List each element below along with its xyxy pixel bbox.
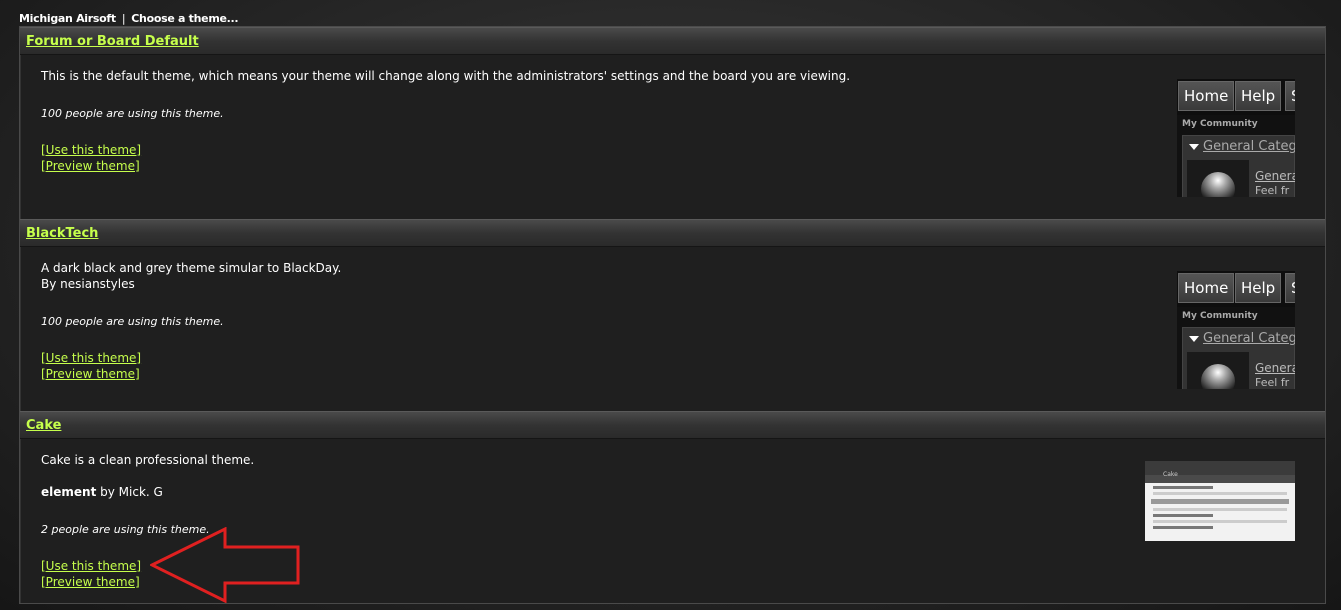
triangle-down-icon — [1189, 336, 1199, 342]
theme-list: Forum or Board Default This is the defau… — [19, 26, 1326, 604]
theme-description: A dark black and grey theme simular to B… — [41, 261, 342, 275]
theme-title-link[interactable]: Forum or Board Default — [26, 34, 199, 49]
preview-line — [1153, 492, 1287, 495]
theme-author: By nesianstyles — [41, 277, 135, 291]
preview-theme-link[interactable]: [Preview theme] — [41, 574, 140, 590]
preview-category: General Categ Genera Feel fr — [1182, 327, 1295, 389]
preview-theme-link[interactable]: [Preview theme] — [41, 158, 140, 174]
breadcrumb-separator: | — [121, 12, 126, 25]
preview-forum-desc: Feel fr — [1255, 184, 1290, 197]
preview-logo: Cake — [1163, 471, 1178, 478]
preview-bar — [1151, 499, 1289, 504]
preview-line — [1153, 520, 1287, 523]
preview-community-label: My Community — [1182, 311, 1258, 321]
preview-home-button: Home — [1178, 273, 1235, 303]
theme-title-link[interactable]: BlackTech — [26, 226, 98, 241]
use-theme-link[interactable]: [Use this theme] — [41, 350, 141, 366]
theme-item-default: Forum or Board Default This is the defau… — [20, 27, 1325, 219]
theme-description: Cake is a clean professional theme. — [41, 453, 255, 467]
theme-description: This is the default theme, which means y… — [41, 69, 851, 83]
theme-author: element by Mick. G — [41, 485, 163, 499]
breadcrumb-page: Choose a theme... — [131, 12, 239, 25]
preview-line — [1153, 526, 1213, 529]
breadcrumb: Michigan Airsoft | Choose a theme... — [19, 12, 239, 25]
preview-category-title: General Categ — [1203, 331, 1295, 346]
breadcrumb-site[interactable]: Michigan Airsoft — [19, 12, 116, 25]
preview-forum-title: Genera — [1255, 361, 1295, 375]
preview-home-button: Home — [1178, 81, 1235, 111]
theme-header: Forum or Board Default — [20, 27, 1325, 55]
triangle-down-icon — [1189, 144, 1199, 150]
use-theme-link[interactable]: [Use this theme] — [41, 142, 141, 158]
preview-help-button: Help — [1235, 81, 1282, 111]
use-theme-link[interactable]: [Use this theme] — [41, 558, 141, 574]
theme-usage: 100 people are using this theme. — [41, 107, 224, 120]
preview-category: General Categ Genera Feel fr — [1182, 135, 1295, 197]
theme-usage: 100 people are using this theme. — [41, 315, 224, 328]
preview-forum-desc: Feel fr — [1255, 376, 1290, 389]
theme-header: Cake — [20, 411, 1325, 439]
preview-forum-title: Genera — [1255, 169, 1295, 183]
preview-category-title: General Categ — [1203, 139, 1295, 154]
preview-theme-link[interactable]: [Preview theme] — [41, 366, 140, 382]
preview-header: Cake — [1145, 461, 1295, 478]
theme-preview-image: Home Help S My Community General Categ G… — [1177, 79, 1295, 197]
theme-preview-image: Cake — [1145, 461, 1295, 541]
preview-community-label: My Community — [1182, 119, 1258, 129]
theme-author-name: element — [41, 485, 97, 499]
preview-help-button: Help — [1235, 273, 1282, 303]
preview-line — [1153, 508, 1287, 511]
theme-header: BlackTech — [20, 219, 1325, 247]
preview-s-button: S — [1285, 81, 1295, 111]
preview-line — [1153, 486, 1213, 489]
theme-body: A dark black and grey theme simular to B… — [20, 247, 1325, 411]
theme-author-rest: by Mick. G — [96, 485, 163, 499]
preview-line — [1153, 514, 1213, 517]
theme-body: This is the default theme, which means y… — [20, 55, 1325, 219]
theme-title-link[interactable]: Cake — [26, 418, 61, 433]
arrow-left-icon — [150, 527, 300, 603]
red-arrow-annotation — [150, 527, 300, 603]
theme-preview-image: Home Help S My Community General Categ G… — [1177, 271, 1295, 389]
preview-s-button: S — [1285, 273, 1295, 303]
theme-item-blacktech: BlackTech A dark black and grey theme si… — [20, 219, 1325, 411]
